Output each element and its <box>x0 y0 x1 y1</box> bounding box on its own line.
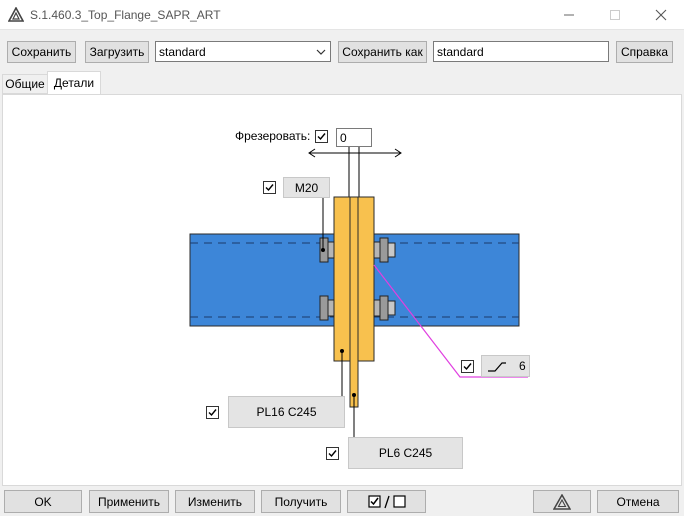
checkmark-icon <box>328 450 337 458</box>
minimize-icon <box>564 14 574 16</box>
weld-checkbox[interactable] <box>461 360 474 373</box>
maximize-icon <box>610 10 620 20</box>
mill-value-input[interactable]: 0 <box>336 128 372 147</box>
pl6-leader-dot <box>352 393 356 397</box>
load-button[interactable]: Загрузить <box>85 41 149 63</box>
details-panel: Фрезеровать: 0 M20 6 PL16 C245 PL6 C245 <box>2 94 682 486</box>
bolt-checkbox[interactable] <box>263 181 276 194</box>
check-toggle-icon <box>367 494 406 508</box>
close-button[interactable] <box>638 0 684 30</box>
plate-pl6-shape <box>349 196 359 408</box>
joint-drawing <box>189 139 528 437</box>
close-icon <box>655 9 667 21</box>
checkmark-icon <box>208 409 217 417</box>
fillet-weld-icon <box>488 362 506 372</box>
save-button[interactable]: Сохранить <box>7 41 76 63</box>
plate2-button[interactable]: PL6 C245 <box>348 437 463 469</box>
modify-button[interactable]: Изменить <box>175 490 255 513</box>
cancel-button[interactable]: Отмена <box>597 490 679 513</box>
ok-button[interactable]: OK <box>4 490 82 513</box>
bolt-leader-dot <box>321 248 325 252</box>
mill-checkbox[interactable] <box>315 130 328 143</box>
save-as-input[interactable]: standard <box>433 41 609 62</box>
help-button[interactable]: Справка <box>616 41 673 63</box>
app-logo-icon <box>7 6 25 23</box>
checkmark-icon <box>317 133 326 141</box>
preset-combobox-value: standard <box>159 44 206 59</box>
tab-strip: Общие Детали <box>0 71 684 95</box>
app-logo-icon <box>553 493 571 510</box>
weld-size-value: 6 <box>519 359 526 373</box>
mill-label: Фрезеровать: <box>235 129 311 143</box>
save-as-button[interactable]: Сохранить как <box>338 41 427 63</box>
preset-combobox[interactable]: standard <box>155 41 331 62</box>
weld-size-button[interactable]: 6 <box>481 355 530 377</box>
chevron-down-icon <box>316 49 326 55</box>
tab-general[interactable]: Общие <box>2 74 48 94</box>
pl16-leader-dot <box>340 349 344 353</box>
checkmark-icon <box>463 363 472 371</box>
bolt-size-button[interactable]: M20 <box>283 177 330 198</box>
about-button[interactable] <box>533 490 591 513</box>
plate2-checkbox[interactable] <box>326 447 339 460</box>
bottom-bar: OK Применить Изменить Получить Отмена <box>0 488 684 516</box>
maximize-button[interactable] <box>592 0 638 30</box>
window-title: S.1.460.3_Top_Flange_SAPR_ART <box>30 8 221 22</box>
apply-button[interactable]: Применить <box>89 490 169 513</box>
toolbar: Сохранить Загрузить standard Сохранить к… <box>0 31 684 71</box>
toggle-checkboxes-button[interactable] <box>347 490 426 513</box>
plate1-button[interactable]: PL16 C245 <box>228 396 345 428</box>
minimize-button[interactable] <box>546 0 592 30</box>
checkmark-icon <box>265 184 274 192</box>
plate1-checkbox[interactable] <box>206 406 219 419</box>
title-bar: S.1.460.3_Top_Flange_SAPR_ART <box>0 0 684 30</box>
get-button[interactable]: Получить <box>261 490 341 513</box>
tab-details[interactable]: Детали <box>47 71 101 94</box>
